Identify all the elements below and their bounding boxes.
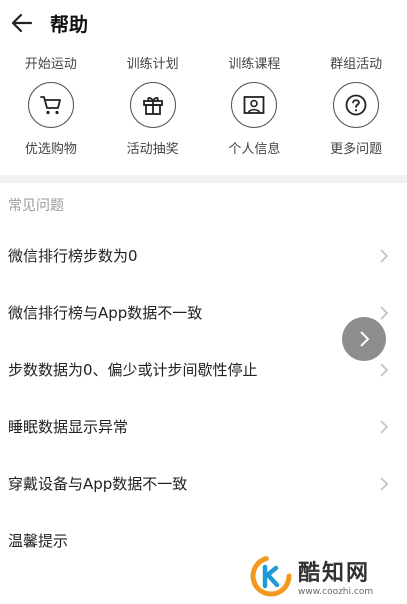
question-icon xyxy=(345,94,367,116)
chevron-right-icon xyxy=(380,362,389,377)
coozhi-logo-icon xyxy=(250,555,292,596)
faq-item[interactable]: 睡眠数据显示异常 xyxy=(0,398,407,455)
shopping-icon-circle xyxy=(27,82,74,128)
cart-icon xyxy=(39,96,61,115)
chevron-right-icon xyxy=(360,331,370,347)
watermark-text: 酷知网 www.coozhi.com xyxy=(298,555,373,597)
more-questions-icon-circle xyxy=(333,82,380,128)
chevron-right-icon xyxy=(380,419,389,434)
personal-info-icon-circle xyxy=(231,82,278,128)
site-watermark: 酷知网 www.coozhi.com xyxy=(250,547,407,604)
shopping-item[interactable]: 优选购物 xyxy=(0,82,102,157)
lottery-label: 活动抽奖 xyxy=(126,142,179,157)
category-row: 开始运动 训练计划 训练课程 群组活动 xyxy=(0,46,407,78)
back-button[interactable] xyxy=(0,0,44,46)
shopping-label: 优选购物 xyxy=(24,142,77,157)
category-group-activity[interactable]: 群组活动 xyxy=(305,53,407,72)
more-questions-item[interactable]: 更多问题 xyxy=(305,82,407,157)
header-bar: 帮助 xyxy=(0,0,407,46)
category-training-plan[interactable]: 训练计划 xyxy=(102,53,204,72)
watermark-url: www.coozhi.com xyxy=(298,586,374,597)
faq-item-label: 步数数据为0、偏少或计步间歇性停止 xyxy=(8,361,258,379)
faq-item-label: 微信排行榜步数为0 xyxy=(8,247,138,265)
personal-info-item[interactable]: 个人信息 xyxy=(204,82,306,157)
icon-grid: 优选购物 活动抽奖 个人信息 更多问题 xyxy=(0,78,407,157)
faq-section-title: 常见问题 xyxy=(8,198,64,214)
lottery-icon-circle xyxy=(129,82,176,128)
more-questions-label: 更多问题 xyxy=(330,142,383,157)
personal-info-label: 个人信息 xyxy=(228,142,281,157)
gift-icon xyxy=(142,96,163,115)
watermark-name: 酷知网 xyxy=(298,560,371,586)
id-card-icon xyxy=(243,96,265,114)
chevron-right-icon xyxy=(380,305,389,320)
faq-item-label: 温馨提示 xyxy=(8,532,69,550)
faq-item-label: 穿戴设备与App数据不一致 xyxy=(8,475,188,493)
floating-next-button[interactable] xyxy=(342,317,386,361)
chevron-right-icon xyxy=(380,476,389,491)
faq-item[interactable]: 穿戴设备与App数据不一致 xyxy=(0,455,407,512)
section-divider xyxy=(0,175,407,183)
faq-item-label: 睡眠数据显示异常 xyxy=(8,418,129,436)
category-start-exercise[interactable]: 开始运动 xyxy=(0,53,102,72)
faq-item[interactable]: 微信排行榜步数为0 xyxy=(0,227,407,284)
faq-item-label: 微信排行榜与App数据不一致 xyxy=(8,304,203,322)
category-training-course[interactable]: 训练课程 xyxy=(204,53,306,72)
page-title: 帮助 xyxy=(50,13,89,36)
arrow-left-icon xyxy=(11,13,33,33)
chevron-right-icon xyxy=(380,248,389,263)
lottery-item[interactable]: 活动抽奖 xyxy=(102,82,204,157)
